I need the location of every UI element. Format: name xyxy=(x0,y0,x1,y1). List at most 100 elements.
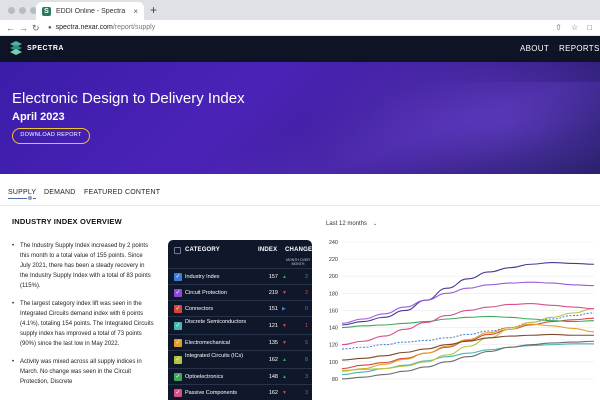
bookmark-star-icon[interactable]: ☆ xyxy=(571,22,578,34)
series-line[interactable] xyxy=(341,312,595,350)
change-value: 1 xyxy=(304,323,308,329)
category-checkbox[interactable]: ✓ xyxy=(174,373,182,381)
brand-name[interactable]: SPECTRA xyxy=(27,45,64,52)
series-line[interactable] xyxy=(341,323,595,372)
index-value: 151 xyxy=(268,306,278,312)
new-tab-icon[interactable]: + xyxy=(150,4,157,16)
minimize-window-dot[interactable] xyxy=(19,7,26,14)
back-icon[interactable]: ← xyxy=(6,22,15,34)
spectra-logo-icon[interactable] xyxy=(8,40,24,57)
change-value: 0 xyxy=(304,306,308,312)
change-value: 2 xyxy=(304,274,308,280)
time-range-label: Last 12 months xyxy=(326,221,368,227)
nav-reports-link[interactable]: REPORTS xyxy=(559,44,600,53)
category-name: Integrated Circuits (ICs) xyxy=(185,353,244,359)
category-checkbox[interactable]: ✓ xyxy=(174,305,182,313)
y-tick-label: 140 xyxy=(329,326,338,332)
tab-title: EDDI Online - Spectra xyxy=(56,7,126,15)
table-row[interactable]: ✓ Circuit Protection 219 ▼ 2 xyxy=(168,284,312,300)
table-row[interactable]: ✓ Discrete Semiconductors 121 ▼ 1 xyxy=(168,316,312,334)
category-checkbox[interactable]: ✓ xyxy=(174,322,182,330)
series-line[interactable] xyxy=(341,343,594,376)
nav-about-link[interactable]: ABOUT xyxy=(520,44,549,53)
change-value: 3 xyxy=(304,374,308,380)
index-value: 162 xyxy=(268,357,278,363)
browser-tab-bar: S EDDI Online - Spectra × + xyxy=(0,0,600,20)
category-name: Passive Components xyxy=(185,389,237,396)
change-value: 5 xyxy=(304,340,308,346)
time-range-select[interactable]: Last 12 months ⌄ xyxy=(326,221,377,227)
table-row[interactable]: ✓ Optoelectronics 148 ▲ 3 xyxy=(168,368,312,384)
y-tick-label: 120 xyxy=(329,343,338,349)
forward-icon[interactable]: → xyxy=(19,22,28,34)
table-row[interactable]: ✓ Passive Components 162 ▼ 3 xyxy=(168,384,312,400)
table-row[interactable]: ✓ Connectors 151 ▶ 0 xyxy=(168,300,312,316)
category-name: Connectors xyxy=(185,305,214,312)
address-bar: ← → ↻ ● spectra.nexar.com/report/supply ⇧… xyxy=(0,20,600,36)
overview-bullet: The largest category index lift was seen… xyxy=(12,299,154,349)
column-header-category: CATEGORY xyxy=(185,247,220,253)
table-row[interactable]: ✓ Industry Index 157 ▲ 2 xyxy=(168,268,312,284)
cursor-indicator xyxy=(27,195,33,201)
close-window-dot[interactable] xyxy=(8,7,15,14)
category-checkbox[interactable]: ✓ xyxy=(174,289,182,297)
category-name: Optoelectronics xyxy=(185,373,224,380)
download-report-button[interactable]: DOWNLOAD REPORT xyxy=(12,128,90,144)
category-checkbox[interactable]: ✓ xyxy=(174,389,182,397)
spectra-favicon-icon: S xyxy=(42,6,51,16)
url-host: spectra.nexar.com xyxy=(55,24,113,31)
series-line[interactable] xyxy=(341,303,595,346)
index-value: 162 xyxy=(268,390,278,396)
y-tick-label: 80 xyxy=(332,377,338,383)
tab-demand[interactable]: DEMAND xyxy=(44,189,76,196)
series-line[interactable] xyxy=(341,261,595,326)
browser-toolbar: ⇧ ☆ □ xyxy=(555,22,592,34)
reload-icon[interactable]: ↻ xyxy=(32,22,40,34)
window-controls xyxy=(8,7,37,14)
change-down-arrow-icon: ▼ xyxy=(282,390,287,396)
chevron-down-icon: ⌄ xyxy=(373,221,378,227)
tab-close-icon[interactable]: × xyxy=(133,7,138,16)
column-header-change-subtitle: MONTH OVER MONTH xyxy=(286,258,310,266)
browser-tab[interactable]: S EDDI Online - Spectra × xyxy=(36,2,144,20)
index-line-chart: 80 100 120 140 160 180 200 220 240 xyxy=(329,240,595,383)
category-checkbox[interactable]: ✓ xyxy=(174,356,182,364)
category-name: Discrete Semiconductors xyxy=(185,319,247,325)
change-up-arrow-icon: ▲ xyxy=(282,374,287,380)
index-value: 148 xyxy=(268,374,278,380)
change-down-arrow-icon: ▼ xyxy=(282,290,287,296)
change-up-arrow-icon: ▲ xyxy=(282,357,287,363)
index-value: 219 xyxy=(268,290,278,296)
category-checkbox[interactable]: ✓ xyxy=(174,273,182,281)
overview-bullet: Activity was mixed across all supply ind… xyxy=(12,357,154,387)
tab-featured-content[interactable]: FEATURED CONTENT xyxy=(84,189,160,196)
index-value: 135 xyxy=(268,340,278,346)
sidebar-icon[interactable]: □ xyxy=(587,22,592,34)
index-table: CATEGORY INDEX CHANGE MONTH OVER MONTH ✓… xyxy=(168,240,312,400)
category-name: Electromechanical xyxy=(185,339,230,346)
table-row[interactable]: ✓ Integrated Circuits (ICs) 162 ▲ 8 xyxy=(168,350,312,368)
category-checkbox[interactable]: ✓ xyxy=(174,339,182,347)
share-icon[interactable]: ⇧ xyxy=(555,22,562,34)
index-value: 157 xyxy=(268,274,278,280)
report-tabs: SUPPLY DEMAND FEATURED CONTENT xyxy=(0,174,600,206)
change-down-arrow-icon: ▼ xyxy=(282,323,287,329)
browser-window: S EDDI Online - Spectra × + ← → ↻ ● spect… xyxy=(0,0,600,400)
report-date: April 2023 xyxy=(12,111,65,123)
main-content: INDUSTRY INDEX OVERVIEW The Industry Sup… xyxy=(0,206,600,400)
y-tick-label: 240 xyxy=(329,240,338,246)
y-tick-label: 100 xyxy=(329,360,338,366)
overview-bullet: The Industry Supply Index increased by 2… xyxy=(12,241,154,291)
table-row[interactable]: ✓ Electromechanical 135 ▼ 5 xyxy=(168,334,312,350)
column-header-index: INDEX xyxy=(258,247,278,253)
select-all-checkbox[interactable] xyxy=(174,247,181,254)
overview-bullets: The Industry Supply Index increased by 2… xyxy=(12,241,154,395)
site-header: SPECTRA ABOUT REPORTS xyxy=(0,36,600,62)
y-tick-label: 200 xyxy=(329,274,338,280)
change-down-arrow-icon: ▼ xyxy=(282,340,287,346)
change-value: 3 xyxy=(304,390,308,396)
category-name: Circuit Protection xyxy=(185,289,227,296)
category-name: Industry Index xyxy=(185,273,220,280)
url-field[interactable]: ● spectra.nexar.com/report/supply xyxy=(48,22,548,34)
lock-icon: ● xyxy=(48,25,52,31)
